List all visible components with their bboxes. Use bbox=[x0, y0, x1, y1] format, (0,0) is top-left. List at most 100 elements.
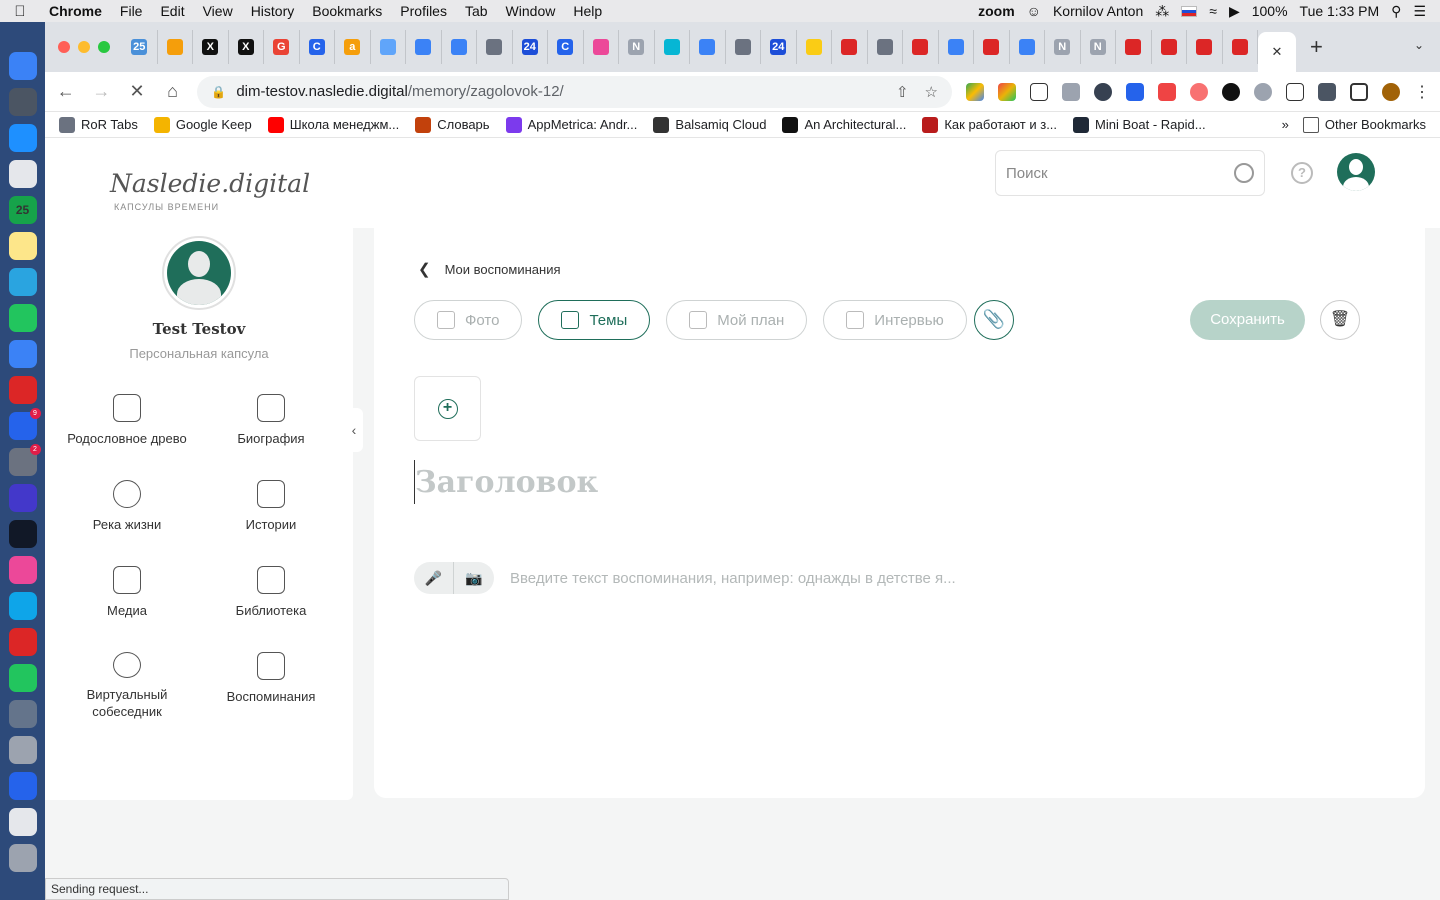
browser-tab[interactable]: 24 bbox=[513, 30, 548, 64]
calendar-extension-icon[interactable] bbox=[1125, 82, 1144, 101]
browser-tab[interactable]: 24 bbox=[761, 30, 797, 64]
zoom-status[interactable]: zoom bbox=[978, 3, 1015, 19]
bookmark-item[interactable]: Словарь bbox=[415, 116, 490, 133]
help-icon[interactable]: ? bbox=[1291, 162, 1313, 184]
profile-avatar[interactable] bbox=[162, 236, 236, 310]
bluetooth-icon[interactable]: ⁂ bbox=[1155, 3, 1169, 20]
menu-edit[interactable]: Edit bbox=[151, 0, 193, 22]
menu-help[interactable]: Help bbox=[564, 0, 611, 22]
dock-app-icon[interactable] bbox=[8, 340, 37, 368]
microphone-icon[interactable]: 🎤 bbox=[414, 562, 454, 594]
dock-app-icon[interactable] bbox=[8, 772, 37, 800]
menu-history[interactable]: History bbox=[242, 0, 304, 22]
dock-app-icon[interactable] bbox=[8, 52, 37, 80]
delete-trash-icon[interactable]: 🗑 bbox=[1320, 300, 1360, 340]
bookmark-item[interactable]: Школа менеджм... bbox=[267, 116, 399, 133]
tab-plan[interactable]: Мой план bbox=[666, 300, 808, 340]
badge-extension-icon[interactable] bbox=[1157, 82, 1176, 101]
sidebar-item[interactable]: Виртуальный собеседник bbox=[55, 652, 199, 720]
menu-window[interactable]: Window bbox=[497, 0, 565, 22]
apple-icon[interactable]:  bbox=[0, 3, 40, 20]
dock-app-icon[interactable] bbox=[8, 592, 37, 620]
dock-app-icon[interactable] bbox=[8, 304, 37, 332]
reload-extension-icon[interactable] bbox=[1093, 82, 1112, 101]
back-arrow-icon[interactable]: ← bbox=[55, 81, 77, 102]
bookmark-item[interactable]: Mini Boat - Rapid... bbox=[1073, 116, 1206, 133]
browser-tab[interactable] bbox=[442, 30, 477, 64]
bookmark-item[interactable]: Balsamiq Cloud bbox=[653, 116, 766, 133]
dock-app-icon[interactable] bbox=[8, 124, 37, 152]
browser-tab[interactable]: X bbox=[229, 30, 264, 64]
browser-tab[interactable] bbox=[158, 30, 193, 64]
browser-tab[interactable]: X bbox=[193, 30, 229, 64]
dock-app-icon[interactable] bbox=[8, 628, 37, 656]
sidebar-item[interactable]: Биография bbox=[199, 394, 343, 462]
dock-app-icon[interactable] bbox=[8, 376, 37, 404]
sidebar-item[interactable]: Истории bbox=[199, 480, 343, 548]
browser-tab[interactable]: C bbox=[548, 30, 584, 64]
bookmark-item[interactable]: AppMetrica: Andr... bbox=[505, 116, 637, 133]
browser-tab[interactable] bbox=[726, 30, 761, 64]
browser-tab[interactable] bbox=[974, 30, 1010, 64]
menu-file[interactable]: File bbox=[111, 0, 152, 22]
sidebar-item[interactable]: Библиотека bbox=[199, 566, 343, 634]
back-to-memories-link[interactable]: ❮ Мои воспоминания bbox=[418, 260, 561, 278]
menu-user-name[interactable]: Kornilov Anton bbox=[1053, 3, 1143, 19]
tab-photo[interactable]: Фото bbox=[414, 300, 523, 340]
browser-tab[interactable] bbox=[1116, 30, 1152, 64]
browser-tab[interactable] bbox=[1152, 30, 1187, 64]
browser-tab[interactable]: N bbox=[1045, 30, 1081, 64]
dock-app-icon[interactable] bbox=[8, 736, 37, 764]
sidebar-toggle-icon[interactable] bbox=[1349, 82, 1368, 101]
accessibility-icon[interactable]: ☺ bbox=[1027, 3, 1041, 19]
close-window-icon[interactable] bbox=[58, 41, 70, 53]
bookmark-item[interactable]: An Architectural... bbox=[782, 116, 906, 133]
sidebar-item[interactable]: Медиа bbox=[55, 566, 199, 634]
browser-tab[interactable] bbox=[584, 30, 619, 64]
bookmark-item[interactable]: Как работают и з... bbox=[922, 116, 1057, 133]
menu-bookmarks[interactable]: Bookmarks bbox=[303, 0, 391, 22]
browser-tab[interactable] bbox=[797, 30, 832, 64]
browser-tab[interactable]: a bbox=[335, 30, 371, 64]
maximize-window-icon[interactable] bbox=[98, 41, 110, 53]
minimize-window-icon[interactable] bbox=[78, 41, 90, 53]
globe-icon[interactable] bbox=[1253, 82, 1272, 101]
search-icon[interactable] bbox=[1234, 163, 1254, 183]
tab-topics[interactable]: Темы bbox=[538, 300, 651, 340]
browser-tab[interactable] bbox=[832, 30, 868, 64]
input-source-flag-icon[interactable] bbox=[1181, 5, 1198, 17]
attach-file-icon[interactable]: 📎 bbox=[974, 300, 1014, 340]
memory-title-input[interactable] bbox=[414, 460, 1214, 504]
browser-tab[interactable] bbox=[690, 30, 726, 64]
sidebar-item[interactable]: Родословное древо bbox=[55, 394, 199, 462]
dock-app-icon[interactable] bbox=[8, 844, 37, 872]
browser-tab[interactable]: 25 bbox=[122, 30, 158, 64]
sidebar-item[interactable]: Воспоминания bbox=[199, 652, 343, 720]
video-camera-icon[interactable]: 📷 bbox=[454, 562, 494, 594]
other-bookmarks[interactable]: Other Bookmarks bbox=[1302, 116, 1426, 133]
browser-tab[interactable] bbox=[939, 30, 974, 64]
close-tab-icon[interactable]: ✕ bbox=[1272, 44, 1283, 60]
control-center-icon[interactable]: ☰ bbox=[1413, 3, 1426, 20]
battery-level[interactable]: 100% bbox=[1252, 3, 1288, 19]
save-button[interactable]: Сохранить bbox=[1190, 300, 1305, 340]
camera-icon[interactable] bbox=[1061, 82, 1080, 101]
bookmark-star-icon[interactable]: ☆ bbox=[925, 83, 938, 101]
collapse-sidebar-button[interactable]: ‹ bbox=[345, 408, 363, 452]
color-picker-icon[interactable] bbox=[997, 82, 1016, 101]
memory-text-input[interactable] bbox=[510, 562, 1210, 594]
site-logo[interactable]: Nasledie.digital КАПСУЛЫ ВРЕМЕНИ bbox=[110, 169, 310, 212]
share-icon[interactable]: ⇧ bbox=[896, 83, 909, 101]
dock-app-icon[interactable]: 2 bbox=[8, 444, 41, 476]
browser-tab[interactable]: C bbox=[300, 30, 335, 64]
tab-search-icon[interactable]: ⌄ bbox=[1414, 38, 1424, 52]
puzzle-icon[interactable] bbox=[1317, 82, 1336, 101]
forward-arrow-icon[interactable]: → bbox=[91, 81, 113, 102]
dock-app-icon[interactable] bbox=[8, 700, 37, 728]
menu-view[interactable]: View bbox=[194, 0, 242, 22]
more-bookmarks-icon[interactable]: » bbox=[1282, 117, 1289, 132]
formula-icon[interactable] bbox=[1029, 82, 1048, 101]
menu-clock[interactable]: Tue 1:33 PM bbox=[1300, 3, 1380, 19]
dock-app-icon[interactable] bbox=[8, 268, 37, 296]
chrome-menu-icon[interactable]: ⋮ bbox=[1414, 82, 1430, 102]
